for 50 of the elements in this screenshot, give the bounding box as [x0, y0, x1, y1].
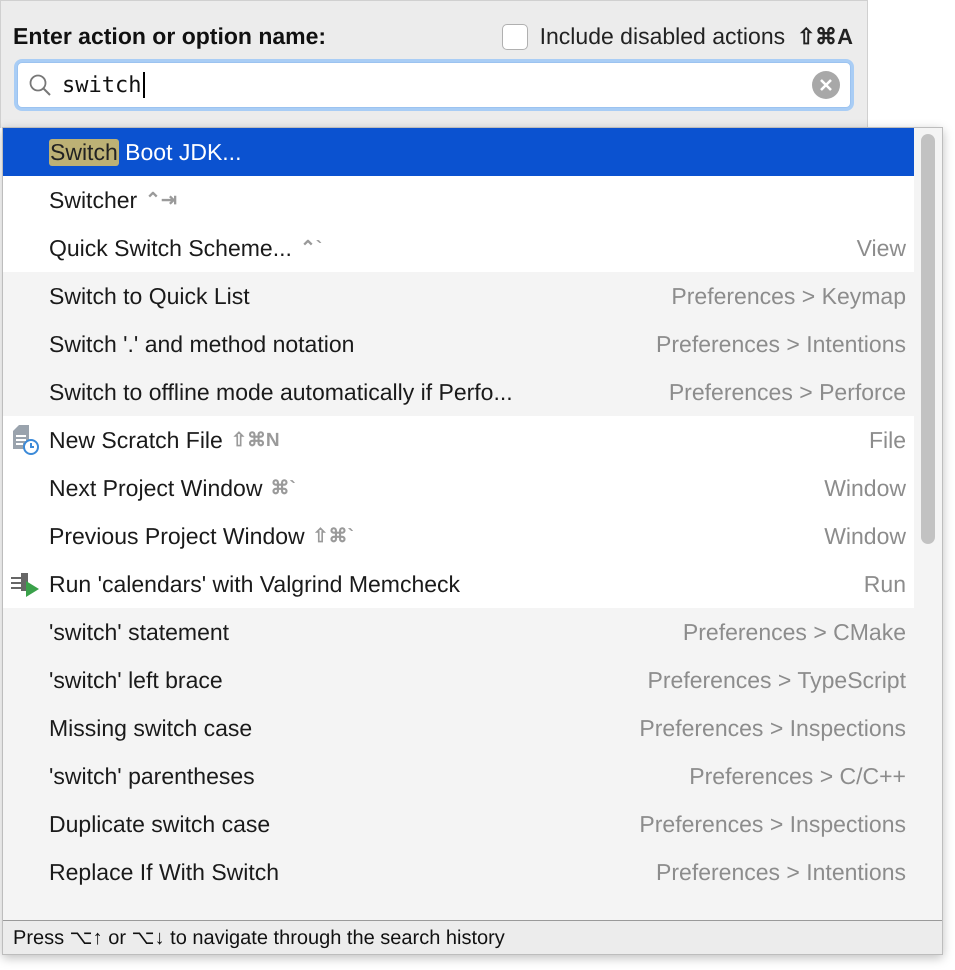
- result-location: Preferences > Inspections: [638, 714, 906, 742]
- scrollbar-thumb[interactable]: [921, 134, 935, 544]
- result-location: Preferences > C/C++: [688, 762, 906, 790]
- search-value: switch: [62, 72, 142, 98]
- result-title: 'switch' left brace: [49, 666, 223, 694]
- close-icon: [820, 79, 832, 91]
- result-title: Switch to offline mode automatically if Perfo...: [49, 378, 513, 406]
- result-shortcut: ⌃⇥: [145, 189, 178, 212]
- result-location: Preferences > Inspections: [638, 810, 906, 838]
- result-title: Previous Project Window: [49, 522, 305, 550]
- result-title: Missing switch case: [49, 714, 252, 742]
- run-icon: [11, 571, 41, 597]
- result-shortcut: ⌃`: [300, 237, 322, 260]
- result-title: Switcher: [49, 186, 138, 214]
- clear-button[interactable]: [812, 71, 840, 99]
- result-location: Preferences > TypeScript: [646, 666, 906, 694]
- result-title: New Scratch File: [49, 426, 223, 454]
- result-location: Window: [823, 474, 906, 502]
- result-location: Preferences > Intentions: [655, 330, 906, 358]
- result-location: Run: [862, 570, 906, 598]
- prompt-label: Enter action or option name:: [13, 23, 326, 50]
- result-location: Preferences > Intentions: [655, 858, 906, 886]
- result-title: 'switch' parentheses: [49, 762, 255, 790]
- result-shortcut: ⇧⌘N: [230, 429, 280, 452]
- result-title: 'switch' statement: [49, 618, 230, 646]
- text-cursor: [143, 72, 146, 98]
- shortcut-label: ⇧⌘A: [797, 24, 853, 50]
- result-location: View: [856, 234, 906, 262]
- result-location: Window: [823, 522, 906, 550]
- scratch-file-icon: [11, 425, 39, 455]
- result-location: Preferences > Keymap: [670, 282, 906, 310]
- result-shortcut: ⇧⌘`: [312, 525, 354, 548]
- search-field[interactable]: switch: [17, 62, 851, 108]
- result-item[interactable]: Switch Boot JDK...: [3, 128, 914, 176]
- match-highlight: Switch: [49, 138, 119, 166]
- result-title: Boot JDK...: [124, 138, 242, 166]
- include-disabled-label: Include disabled actions: [540, 23, 786, 50]
- result-shortcut: ⌘`: [270, 477, 296, 500]
- result-location: Preferences > CMake: [682, 618, 906, 646]
- result-title: Switch '.' and method notation: [49, 330, 354, 358]
- result-title: Quick Switch Scheme...: [49, 234, 292, 262]
- result-location: File: [868, 426, 906, 454]
- status-text: Press ⌥↑ or ⌥↓ to navigate through the search history: [13, 926, 505, 950]
- result-title: Replace If With Switch: [49, 858, 280, 886]
- result-title: Switch to Quick List: [49, 282, 250, 310]
- search-icon: [28, 73, 52, 97]
- result-title: Run 'calendars' with Valgrind Memcheck: [49, 570, 460, 598]
- result-title: Next Project Window: [49, 474, 262, 502]
- result-title: Duplicate switch case: [49, 810, 270, 838]
- result-location: Preferences > Perforce: [668, 378, 906, 406]
